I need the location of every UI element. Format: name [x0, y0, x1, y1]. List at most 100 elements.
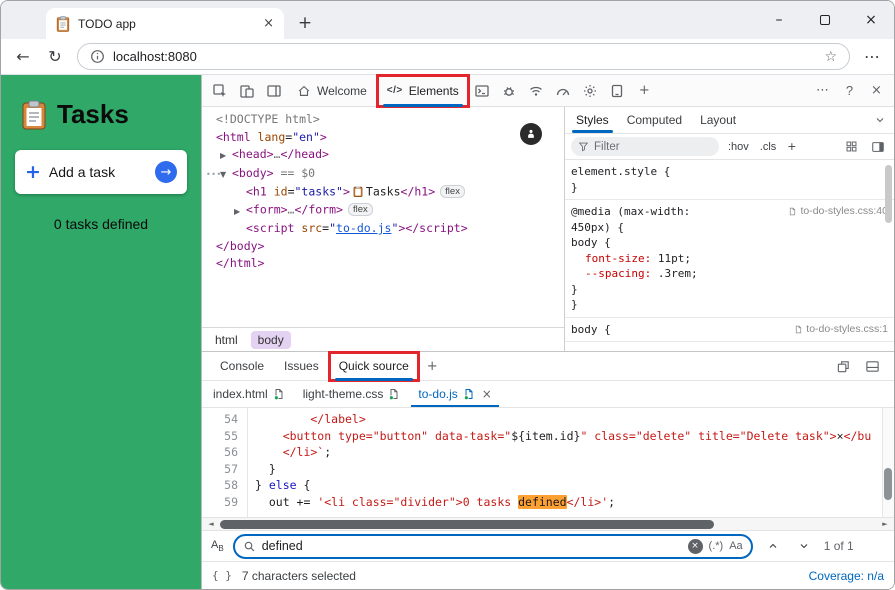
css-property[interactable]: --spacing: .3rem; [571, 266, 888, 282]
settings-gear-icon[interactable] [577, 77, 604, 105]
dom-node-script[interactable]: <script src="to-do.js"></script> [246, 220, 564, 238]
close-file-icon[interactable]: × [482, 387, 492, 401]
flex-badge[interactable]: flex [440, 185, 465, 198]
search-input[interactable] [261, 539, 682, 553]
tab-computed[interactable]: Computed [618, 107, 691, 133]
minimize-button[interactable]: – [756, 1, 802, 39]
breadcrumb-body[interactable]: body [250, 330, 291, 349]
scroll-left-arrow-icon[interactable]: ◄ [205, 520, 217, 528]
rule-media-query[interactable]: @media (max-width: to-do-styles.css:40 4… [565, 200, 894, 318]
tab-welcome[interactable]: Welcome [287, 75, 377, 107]
chevron-down-icon[interactable] [874, 114, 886, 126]
styles-scrollbar[interactable] [884, 163, 893, 348]
devtools-close-icon[interactable]: × [863, 77, 890, 105]
stylesheet-link[interactable]: to-do-styles.css:1 [794, 322, 888, 338]
twisty-expanded-icon[interactable]: ▼ [220, 166, 232, 184]
performance-panel-icon[interactable] [550, 77, 577, 105]
stylesheet-link[interactable]: to-do-styles.css:40 [788, 204, 888, 220]
dom-node-doctype[interactable]: <!DOCTYPE html> [216, 111, 564, 129]
search-pill[interactable]: × (.*) Aa [232, 533, 753, 559]
debugger-panel-icon[interactable] [496, 77, 523, 105]
refresh-icon[interactable]: ↻ [41, 43, 69, 71]
submit-arrow-icon: → [155, 161, 177, 183]
line-number-gutter[interactable]: 54 55 56 57 58 59 [202, 408, 248, 517]
sidebar-toggle-icon[interactable] [868, 140, 888, 154]
dock-panel-icon[interactable] [859, 352, 886, 380]
tab-close-icon[interactable]: × [263, 16, 274, 31]
expand-quick-view-icon[interactable] [830, 352, 857, 380]
dom-node-html-close[interactable]: </html> [216, 255, 564, 273]
memory-panel-icon[interactable] [604, 77, 631, 105]
elements-dom-pane: <!DOCTYPE html> <html lang="en"> ▶ <head>… [202, 107, 565, 351]
close-window-button[interactable]: × [848, 1, 894, 39]
hover-state-button[interactable]: :hov [726, 141, 751, 153]
rule-body[interactable]: body { to-do-styles.css:1 [565, 318, 894, 342]
devtools-menu-icon[interactable]: ⋯ [809, 77, 836, 105]
accessibility-tree-icon[interactable] [520, 123, 542, 145]
scrollbar-thumb[interactable] [885, 165, 892, 223]
twisty-collapsed-icon[interactable]: ▶ [234, 203, 246, 221]
filter-placeholder: Filter [594, 140, 620, 153]
inspect-element-icon[interactable] [206, 77, 233, 105]
tab-console[interactable]: Console [210, 352, 274, 381]
tab-elements[interactable]: </> Elements [375, 73, 470, 108]
browser-tab-todo-app[interactable]: TODO app × [46, 8, 284, 39]
favorite-star-icon[interactable]: ☆ [824, 49, 837, 65]
tab-layout[interactable]: Layout [691, 107, 745, 133]
network-panel-icon[interactable] [523, 77, 550, 105]
code-editor[interactable]: 54 55 56 57 58 59 </label> <button type=… [202, 408, 894, 517]
scroll-right-arrow-icon[interactable]: ► [879, 520, 891, 528]
back-icon[interactable]: ← [9, 43, 37, 71]
node-menu-dots-icon[interactable]: ••• [206, 166, 221, 184]
previous-match-icon[interactable] [762, 535, 784, 557]
site-info-icon[interactable] [90, 49, 105, 64]
devtools-help-icon[interactable]: ? [836, 77, 863, 105]
window-controls: – × [756, 1, 894, 39]
dom-node-body[interactable]: •••▼ <body> == $0 [206, 165, 564, 184]
dom-node-body-close[interactable]: </body> [216, 238, 564, 256]
media-query-text: @media (max-width: [571, 205, 691, 218]
console-panel-icon[interactable] [469, 77, 496, 105]
breadcrumb-html[interactable]: html [208, 331, 245, 349]
clear-search-icon[interactable]: × [687, 538, 703, 554]
search-mode-icon[interactable]: AB [211, 539, 224, 553]
address-bar[interactable]: localhost:8080 ☆ [77, 43, 850, 70]
dom-node-html-open[interactable]: <html lang="en"> [216, 129, 564, 147]
tab-quick-source[interactable]: Quick source [327, 350, 420, 382]
maximize-button[interactable] [802, 1, 848, 39]
pretty-print-icon[interactable]: { } [212, 569, 232, 582]
code-horizontal-scrollbar[interactable]: ◄ ► [202, 517, 894, 530]
source-tab-light-theme-css[interactable]: light-theme.css [294, 381, 410, 407]
device-emulation-icon[interactable] [233, 77, 260, 105]
class-toggle-button[interactable]: .cls [758, 141, 779, 153]
dom-node-head[interactable]: ▶ <head>…</head> [220, 146, 564, 165]
add-drawer-tab-icon[interactable]: + [419, 352, 446, 380]
dom-node-form[interactable]: ▶ <form>…</form> flex [234, 201, 564, 220]
css-property[interactable]: font-size: 11pt; [571, 251, 888, 267]
focus-panel-icon[interactable] [260, 77, 287, 105]
add-panel-icon[interactable]: + [631, 77, 658, 105]
scrollbar-thumb[interactable] [220, 519, 714, 529]
match-case-toggle[interactable]: Aa [729, 540, 742, 552]
scrollbar-thumb[interactable] [884, 467, 892, 500]
tab-issues[interactable]: Issues [274, 352, 329, 381]
new-tab-button[interactable]: + [292, 10, 318, 36]
tab-styles[interactable]: Styles [567, 107, 618, 133]
script-source-link[interactable]: to-do.js [336, 221, 391, 235]
source-tab-to-do-js[interactable]: to-do.js × [409, 381, 500, 407]
new-style-rule-button[interactable]: + [785, 140, 798, 153]
rule-element-style[interactable]: element.style { } [565, 160, 894, 200]
next-match-icon[interactable] [793, 535, 815, 557]
flex-badge[interactable]: flex [347, 203, 373, 216]
add-task-button[interactable]: + Add a task → [15, 150, 187, 194]
browser-menu-icon[interactable]: ⋯ [858, 43, 886, 71]
grid-badge-icon[interactable] [841, 140, 861, 153]
code-lines: </label> <button type="button" data-task… [248, 408, 894, 517]
styles-filter-input[interactable]: Filter [571, 137, 719, 156]
dom-node-h1[interactable]: <h1 id="tasks"> Tasks</h1> flex [246, 183, 564, 201]
regex-toggle[interactable]: (.*) [709, 540, 724, 552]
source-tab-index-html[interactable]: index.html [204, 381, 294, 407]
code-vertical-scrollbar[interactable] [882, 408, 894, 517]
twisty-collapsed-icon[interactable]: ▶ [220, 147, 232, 165]
coverage-link[interactable]: Coverage: n/a [809, 569, 884, 583]
